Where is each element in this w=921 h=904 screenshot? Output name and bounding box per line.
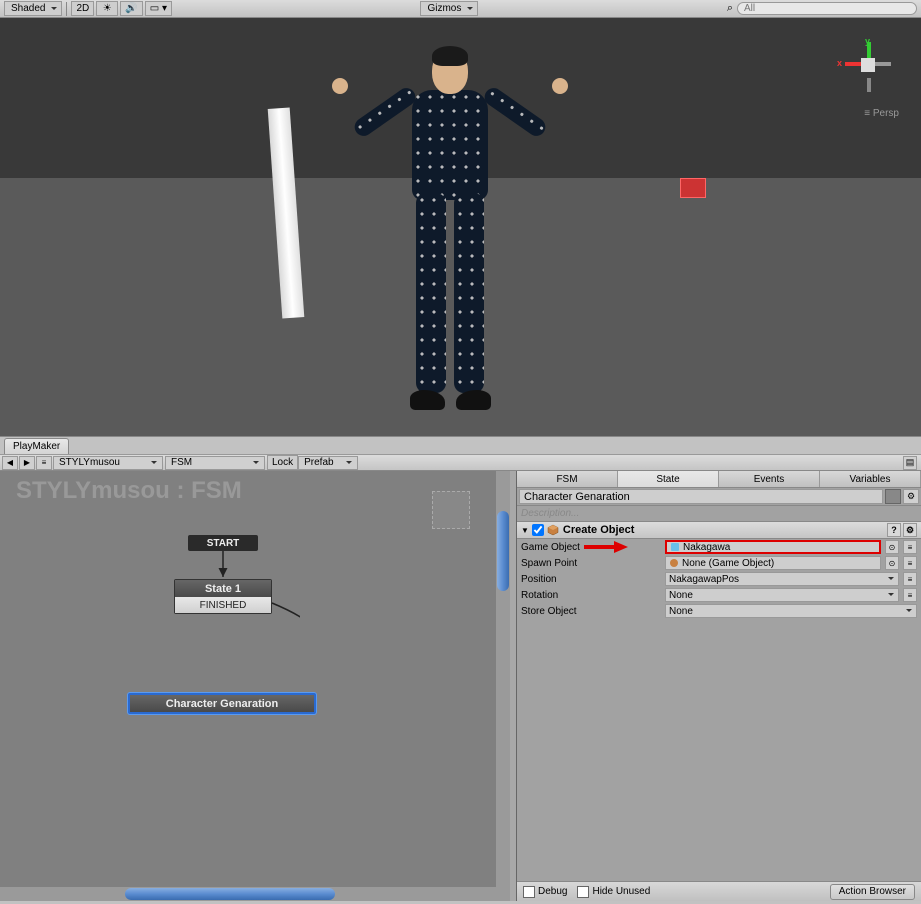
action-enabled-checkbox[interactable]: [532, 524, 544, 536]
fx-icon[interactable]: ▭ ▾: [145, 1, 172, 16]
foldout-icon[interactable]: ▼: [521, 526, 529, 535]
debug-label: Debug: [538, 886, 567, 897]
state-color-swatch[interactable]: [885, 489, 901, 504]
state-1-event[interactable]: FINISHED: [175, 597, 271, 613]
var-toggle-icon[interactable]: ≡: [903, 556, 917, 570]
lock-button[interactable]: Lock: [267, 455, 298, 470]
fsm-note[interactable]: [432, 491, 470, 529]
gameobject-dropdown[interactable]: STYLYmusou: [53, 456, 163, 470]
label-spawn-point: Spawn Point: [521, 558, 661, 569]
label-game-object: Game Object: [521, 540, 661, 554]
gameobject-icon: [669, 558, 679, 568]
graph-hscrollbar[interactable]: [0, 887, 510, 901]
field-store-object[interactable]: None: [665, 604, 917, 618]
main-split: STYLYmusou : FSM START State 1 FINISHED …: [0, 471, 921, 901]
search-icon: ⌕: [727, 2, 733, 15]
playmaker-toolbar: ◀ ▶ ≡ STYLYmusou FSM Lock Prefab ▤: [0, 454, 921, 471]
picker-icon[interactable]: ⊙: [885, 540, 899, 554]
red-object: [680, 178, 706, 198]
scene-toolbar: Shaded 2D ☀ 🔊 ▭ ▾ Gizmos ⌕: [0, 0, 921, 18]
playmaker-tabbar: PlayMaker: [0, 436, 921, 454]
inspector-pane: FSM State Events Variables ⚙ Description…: [516, 471, 921, 901]
label-position: Position: [521, 574, 661, 585]
audio-icon[interactable]: 🔊: [120, 1, 142, 16]
tab-variables[interactable]: Variables: [820, 471, 921, 487]
var-toggle-icon[interactable]: ≡: [903, 540, 917, 554]
field-game-object[interactable]: Nakagawa: [665, 540, 881, 554]
prefab-icon: [670, 542, 680, 552]
start-node[interactable]: START: [188, 535, 258, 551]
2d-toggle[interactable]: 2D: [71, 1, 94, 16]
prop-spawn-point: Spawn Point None (Game Object) ⊙ ≡: [517, 555, 921, 571]
fsm-graph[interactable]: STYLYmusou : FSM START State 1 FINISHED …: [0, 471, 510, 901]
minimap-button[interactable]: ▤: [903, 456, 917, 470]
graph-vscrollbar[interactable]: [496, 471, 510, 887]
character-model: [360, 48, 540, 418]
debug-checkbox[interactable]: [523, 886, 535, 898]
prop-store-object: Store Object None: [517, 603, 921, 619]
fsm-title: STYLYmusou : FSM: [16, 477, 242, 505]
shading-dropdown[interactable]: Shaded: [4, 1, 62, 16]
help-icon[interactable]: ?: [887, 523, 901, 537]
field-spawn-point[interactable]: None (Game Object): [665, 556, 881, 570]
state-node-2[interactable]: Character Genaration: [128, 693, 316, 714]
description-field[interactable]: Description...: [517, 506, 921, 522]
field-rotation[interactable]: None: [665, 588, 899, 602]
recent-button[interactable]: ≡: [36, 456, 52, 470]
state-2-title: Character Genaration: [130, 695, 314, 712]
light-icon[interactable]: ☀: [96, 1, 118, 16]
action-gear-icon[interactable]: ⚙: [903, 523, 917, 537]
state-1-title: State 1: [175, 580, 271, 597]
inspector-tabs: FSM State Events Variables: [517, 471, 921, 488]
picker-icon[interactable]: ⊙: [885, 556, 899, 570]
label-store-object: Store Object: [521, 606, 661, 617]
gizmos-dropdown[interactable]: Gizmos: [420, 1, 478, 16]
action-browser-button[interactable]: Action Browser: [830, 884, 915, 900]
label-rotation: Rotation: [521, 590, 661, 601]
tab-state[interactable]: State: [618, 471, 719, 487]
var-toggle-icon[interactable]: ≡: [903, 572, 917, 586]
scene-viewport[interactable]: y x ≡ Persp: [0, 18, 921, 436]
cube-icon: [547, 524, 559, 536]
search-input[interactable]: [737, 2, 917, 15]
hide-unused-label: Hide Unused: [592, 886, 650, 897]
state-name-input[interactable]: [519, 489, 883, 504]
action-title: Create Object: [563, 524, 635, 536]
prop-rotation: Rotation None ≡: [517, 587, 921, 603]
red-arrow-icon: [582, 540, 630, 554]
tab-events[interactable]: Events: [719, 471, 820, 487]
state-node-1[interactable]: State 1 FINISHED: [174, 579, 272, 614]
action-header[interactable]: ▼ Create Object ? ⚙: [517, 522, 921, 539]
axis-gizmo[interactable]: y x: [833, 30, 903, 100]
field-position[interactable]: NakagawapPos: [665, 572, 899, 586]
persp-label[interactable]: ≡ Persp: [864, 108, 899, 119]
state-name-bar: ⚙: [517, 488, 921, 506]
hide-unused-checkbox[interactable]: [577, 886, 589, 898]
gear-icon[interactable]: ⚙: [903, 489, 919, 504]
prop-position: Position NakagawapPos ≡: [517, 571, 921, 587]
inspector-bottom-bar: Debug Hide Unused Action Browser: [517, 881, 921, 901]
fsm-dropdown[interactable]: FSM: [165, 456, 265, 470]
prefab-dropdown[interactable]: Prefab: [298, 456, 358, 470]
nav-forward-button[interactable]: ▶: [19, 456, 35, 470]
playmaker-tab[interactable]: PlayMaker: [4, 438, 69, 454]
nav-back-button[interactable]: ◀: [2, 456, 18, 470]
tab-fsm[interactable]: FSM: [517, 471, 618, 487]
prop-game-object: Game Object Nakagawa ⊙ ≡: [517, 539, 921, 555]
var-toggle-icon[interactable]: ≡: [903, 588, 917, 602]
